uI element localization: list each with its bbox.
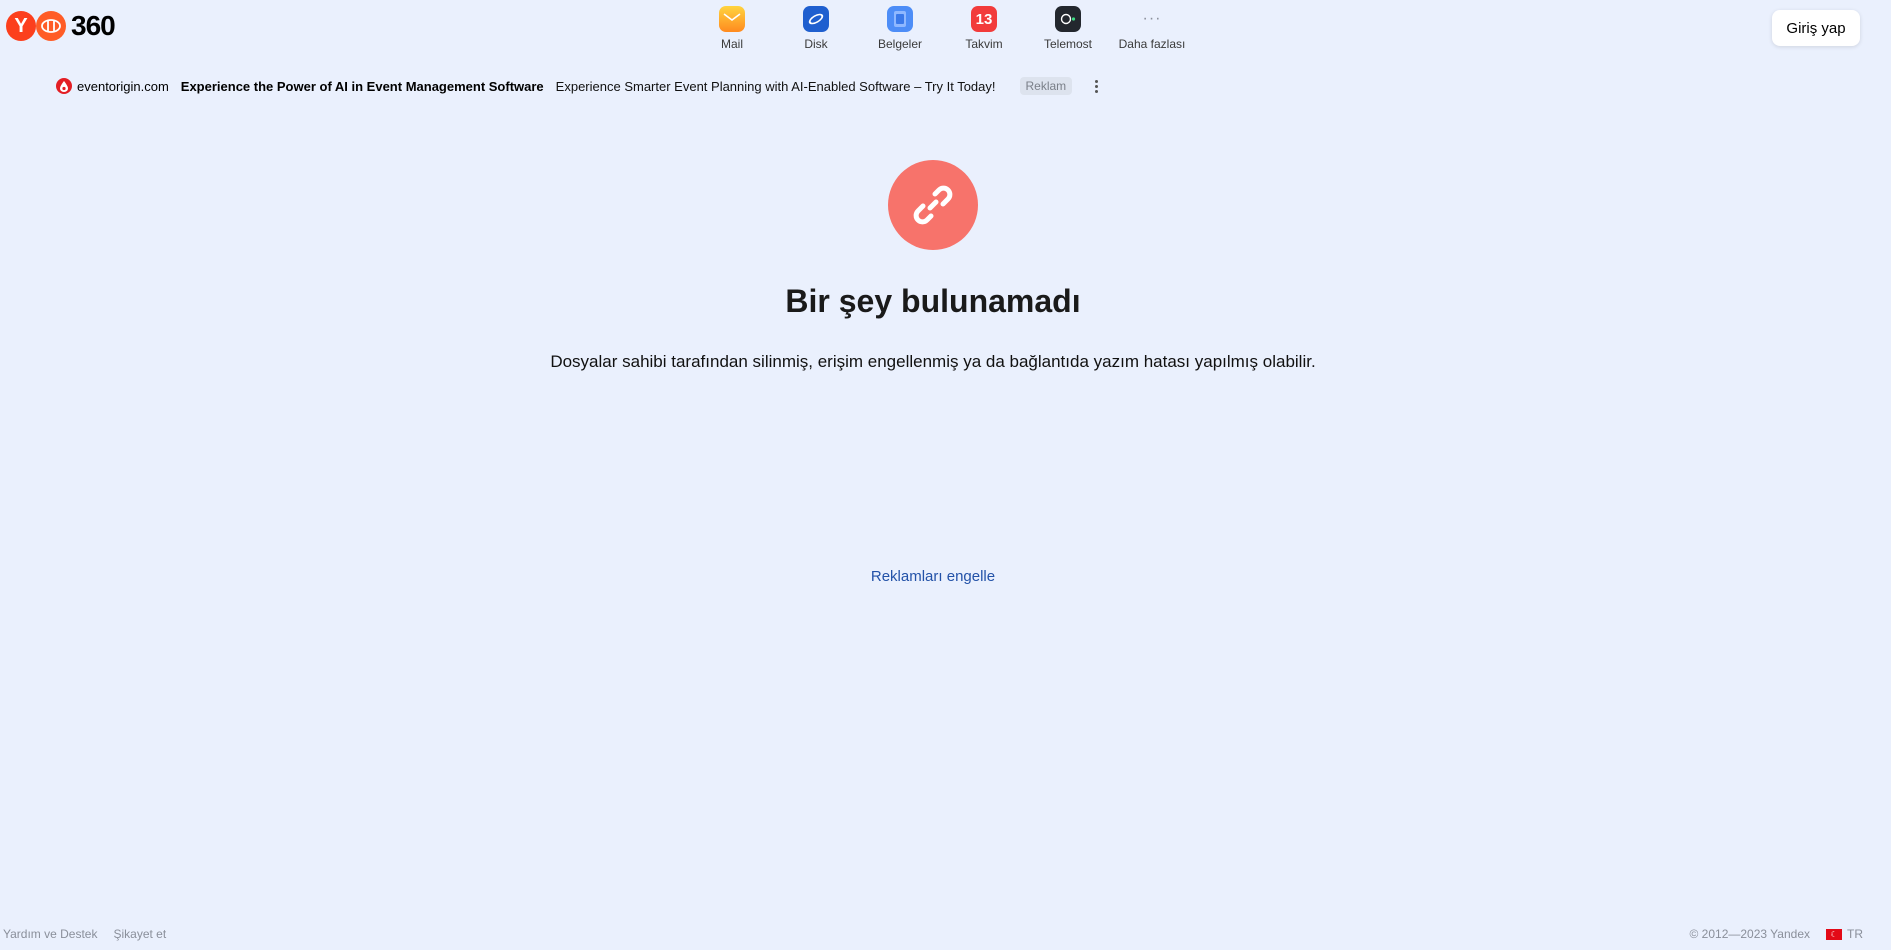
360-logo-icon bbox=[36, 11, 66, 41]
service-belgeler[interactable]: Belgeler bbox=[858, 6, 942, 51]
service-telemost[interactable]: Telemost bbox=[1026, 6, 1110, 51]
language-label: TR bbox=[1847, 927, 1863, 941]
service-takvim[interactable]: 13 Takvim bbox=[942, 6, 1026, 51]
yandex-logo-icon: Y bbox=[6, 11, 36, 41]
calendar-day-badge: 13 bbox=[975, 10, 993, 28]
ad-text[interactable]: Experience Smarter Event Planning with A… bbox=[556, 79, 996, 94]
page-title: Bir şey bulunamadı bbox=[785, 283, 1081, 319]
help-link[interactable]: Yardım ve Destek bbox=[3, 927, 97, 941]
header: Y 360 Mail Disk Belgeler 13 Takvim Telem… bbox=[0, 0, 1891, 62]
footer-right: © 2012—2023 Yandex ☾ TR bbox=[1690, 927, 1864, 941]
block-ads-link: Reklamları engelle bbox=[0, 568, 1866, 585]
service-more[interactable]: ··· Daha fazlası bbox=[1110, 6, 1194, 51]
logo-text: 360 bbox=[71, 10, 116, 41]
service-label: Takvim bbox=[965, 37, 1003, 51]
ad-badge: Reklam bbox=[1019, 77, 1073, 95]
service-label: Telemost bbox=[1043, 37, 1093, 51]
docs-icon bbox=[887, 6, 913, 32]
more-icon: ··· bbox=[1142, 10, 1162, 27]
services-nav: Mail Disk Belgeler 13 Takvim Telemost ··… bbox=[690, 6, 1194, 51]
complain-link[interactable]: Şikayet et bbox=[113, 927, 166, 941]
yandex-360-logo[interactable]: Y 360 bbox=[6, 10, 116, 41]
service-disk[interactable]: Disk bbox=[774, 6, 858, 51]
service-label: Disk bbox=[804, 37, 828, 51]
ad-domain[interactable]: eventorigin.com bbox=[77, 79, 169, 94]
ad-title[interactable]: Experience the Power of AI in Event Mana… bbox=[181, 79, 544, 94]
ad-banner[interactable]: eventorigin.com Experience the Power of … bbox=[56, 76, 1104, 96]
mail-icon bbox=[719, 6, 745, 32]
language-switcher[interactable]: ☾ TR bbox=[1826, 927, 1863, 941]
service-label: Daha fazlası bbox=[1118, 37, 1186, 51]
login-button[interactable]: Giriş yap bbox=[1772, 10, 1860, 46]
copyright: © 2012—2023 Yandex bbox=[1689, 927, 1811, 941]
block-ads-link-text[interactable]: Reklamları engelle bbox=[871, 568, 995, 585]
footer-links: Yardım ve Destek Şikayet et bbox=[3, 927, 166, 941]
broken-link-icon bbox=[888, 160, 978, 250]
calendar-icon: 13 bbox=[971, 6, 997, 32]
service-label: Mail bbox=[720, 37, 743, 51]
turkey-flag-icon: ☾ bbox=[1826, 928, 1842, 940]
service-mail[interactable]: Mail bbox=[690, 6, 774, 51]
ad-favicon-icon bbox=[56, 78, 72, 94]
telemost-icon bbox=[1055, 6, 1081, 32]
error-description: Dosyalar sahibi tarafından silinmiş, eri… bbox=[550, 352, 1316, 371]
service-label: Belgeler bbox=[877, 37, 923, 51]
ad-menu-icon[interactable] bbox=[1088, 76, 1104, 96]
disk-icon bbox=[803, 6, 829, 32]
